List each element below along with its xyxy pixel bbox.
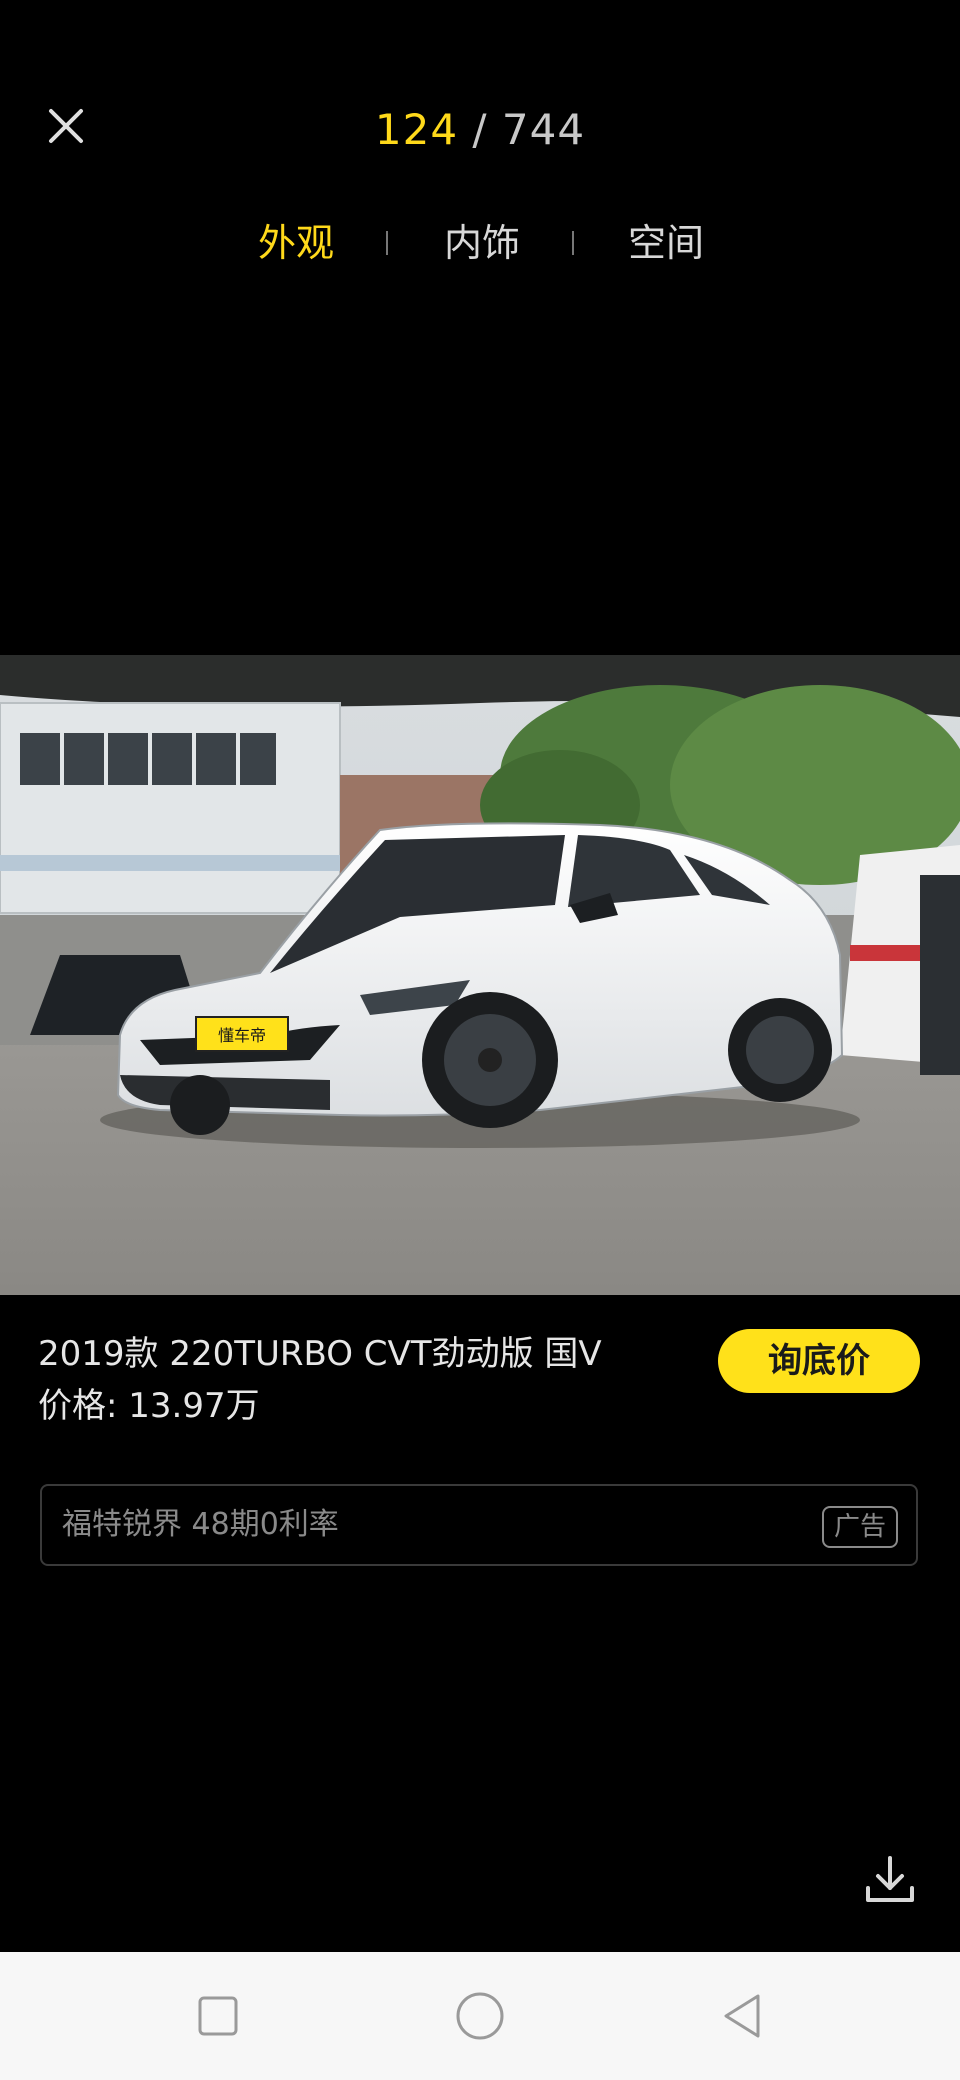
tab-space[interactable]: 空间 bbox=[628, 215, 704, 271]
system-nav-bar bbox=[0, 1952, 960, 2080]
nav-back-button[interactable] bbox=[712, 1986, 772, 2046]
category-tabs: 外观 内饰 空间 bbox=[0, 215, 960, 271]
ad-text: 福特锐界 48期0利率 bbox=[62, 1507, 339, 1542]
tab-interior[interactable]: 内饰 bbox=[444, 215, 520, 271]
nav-recent-button[interactable] bbox=[188, 1986, 248, 2046]
tab-exterior[interactable]: 外观 bbox=[258, 215, 334, 271]
tab-divider bbox=[572, 231, 574, 255]
car-model-title: 2019款 220TURBO CVT劲动版 国V bbox=[38, 1334, 602, 1374]
car-price: 价格: 13.97万 bbox=[38, 1386, 260, 1426]
current-index: 124 bbox=[374, 105, 459, 154]
ad-banner[interactable]: 福特锐界 48期0利率 广告 bbox=[40, 1484, 918, 1566]
car-photo-illustration: 懂车帝 bbox=[0, 655, 960, 1295]
total-count: 744 bbox=[501, 105, 586, 154]
square-icon bbox=[198, 1996, 238, 2036]
circle-icon bbox=[456, 1992, 504, 2040]
inquire-price-button[interactable]: 询底价 bbox=[718, 1329, 920, 1393]
nav-home-button[interactable] bbox=[450, 1986, 510, 2046]
download-button[interactable] bbox=[862, 1852, 918, 1908]
triangle-back-icon bbox=[724, 1994, 760, 2038]
ad-badge: 广告 bbox=[821, 1506, 898, 1548]
tab-divider bbox=[386, 231, 388, 255]
download-icon bbox=[866, 1856, 914, 1902]
car-photo[interactable]: 懂车帝 bbox=[0, 655, 960, 1295]
photo-counter: 124 / 744 bbox=[0, 100, 960, 160]
plate-logo-text: 懂车帝 bbox=[218, 1026, 266, 1045]
counter-separator: / bbox=[458, 105, 502, 154]
